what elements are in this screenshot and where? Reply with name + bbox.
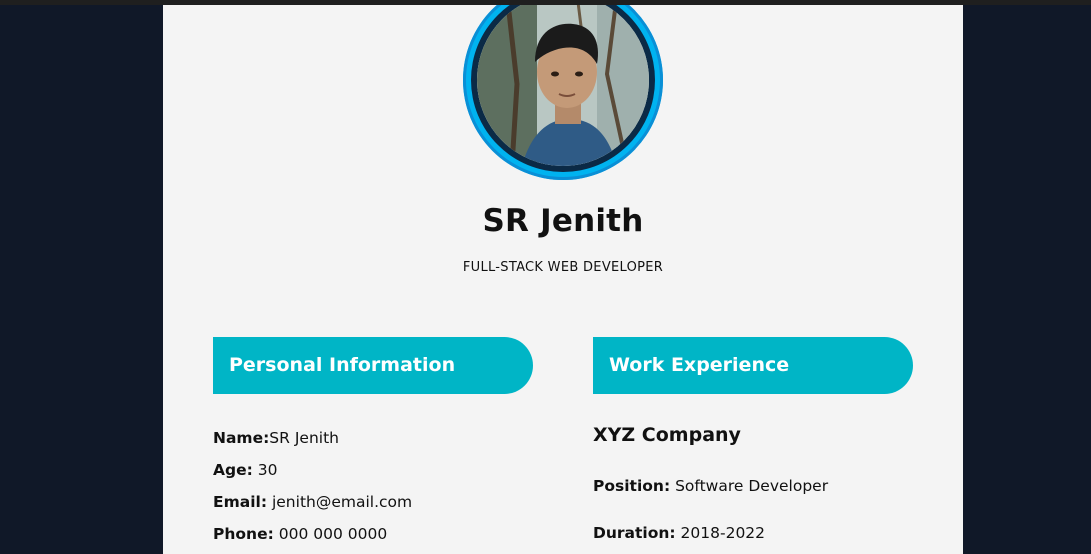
personal-phone-row: Phone: 000 000 0000 (213, 525, 387, 543)
section-header-personal: Personal Information (213, 337, 533, 394)
email-value: jenith@email.com (271, 493, 413, 511)
position-value: Software Developer (675, 477, 829, 495)
phone-label: Phone: (213, 525, 274, 543)
age-value: 30 (257, 461, 278, 479)
age-label: Age: (213, 461, 253, 479)
resume-card: SR Jenith FULL-STACK WEB DEVELOPER Perso… (163, 5, 963, 554)
work-position-row: Position: Software Developer (593, 477, 828, 495)
name-value: SR Jenith (269, 429, 339, 447)
profile-photo (477, 5, 649, 166)
profile-title: FULL-STACK WEB DEVELOPER (462, 260, 664, 275)
company-name: XYZ Company (593, 424, 741, 446)
profile-name: SR Jenith (482, 203, 644, 239)
personal-age-row: Age: 30 (213, 461, 277, 479)
phone-value: 000 000 0000 (278, 525, 388, 543)
duration-label: Duration: (593, 524, 676, 542)
work-duration-row: Duration: 2018-2022 (593, 524, 765, 542)
profile-photo-graphic (477, 5, 649, 166)
personal-email-row: Email: jenith@email.com (213, 493, 412, 511)
section-header-work: Work Experience (593, 337, 913, 394)
email-label: Email: (213, 493, 268, 511)
name-label: Name: (213, 429, 270, 447)
avatar-border (471, 5, 655, 172)
personal-name-row: Name:SR Jenith (213, 429, 339, 447)
position-label: Position: (593, 477, 671, 495)
avatar (463, 5, 663, 180)
duration-value: 2018-2022 (680, 524, 766, 542)
